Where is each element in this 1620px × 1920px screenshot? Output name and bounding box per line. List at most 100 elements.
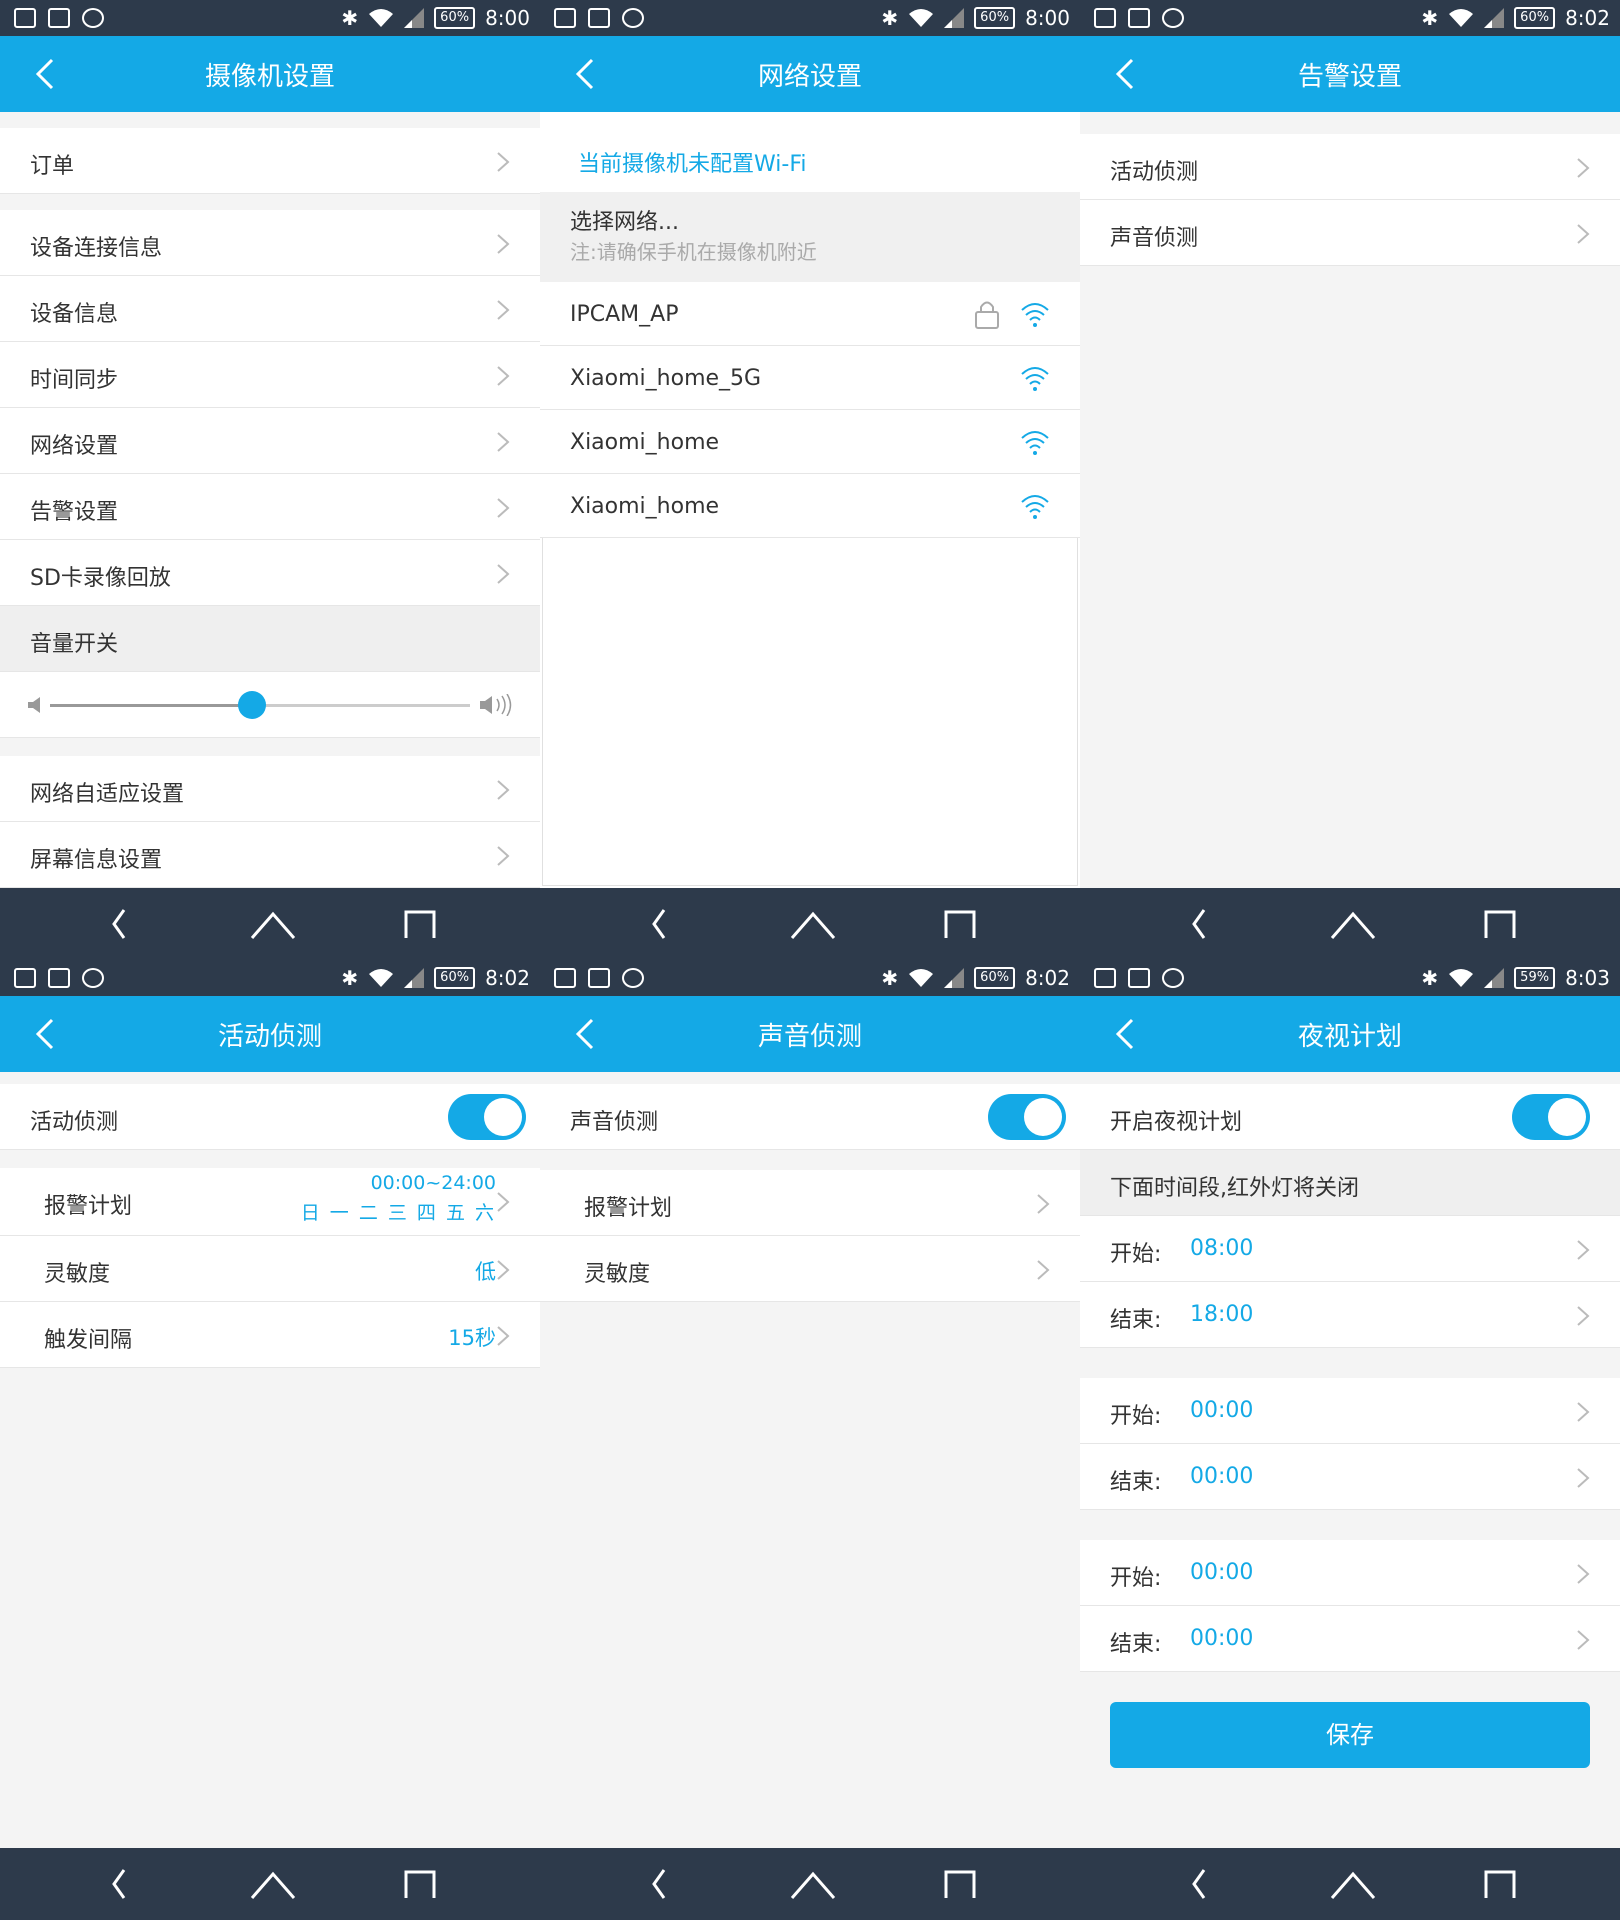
end-label: 结束: xyxy=(1110,1470,1162,1495)
list-item-order[interactable]: 订单 xyxy=(0,128,540,194)
wifi-status-icon xyxy=(908,8,934,28)
list-item-screen-info[interactable]: 屏幕信息设置 xyxy=(0,822,540,888)
volume-high-icon xyxy=(480,694,512,716)
network-ssid: Xiaomi_home xyxy=(570,430,720,455)
chevron-right-icon xyxy=(1037,1194,1050,1214)
slot-2-end-row[interactable]: 结束: 00:00 xyxy=(1080,1444,1620,1510)
network-item-xiaomi-home-2[interactable]: Xiaomi_home xyxy=(540,474,1080,538)
battery-indicator: 60% xyxy=(1514,7,1556,29)
page-title: 活动侦测 xyxy=(217,1022,322,1052)
list-item-sound-detection[interactable]: 声音侦测 xyxy=(1080,200,1620,266)
slot-2-start-row[interactable]: 开始: 00:00 xyxy=(1080,1378,1620,1444)
item-label: 设备信息 xyxy=(30,302,119,327)
chevron-right-icon xyxy=(497,846,510,866)
alarm-list: 活动侦测 声音侦测 xyxy=(1080,112,1620,888)
list-item-network[interactable]: 网络设置 xyxy=(0,408,540,474)
nav-recent-icon[interactable] xyxy=(400,906,440,942)
title-bar: 夜视计划 xyxy=(1080,996,1620,1072)
item-label: 声音侦测 xyxy=(1110,226,1199,251)
chevron-right-icon xyxy=(497,1260,510,1280)
chevron-right-icon xyxy=(497,564,510,584)
choose-network-label: 选择网络... xyxy=(570,210,679,235)
list-item-sd-playback[interactable]: SD卡录像回放 xyxy=(0,540,540,606)
slot-3-end-row[interactable]: 结束: 00:00 xyxy=(1080,1606,1620,1672)
bluetooth-icon: ✱ xyxy=(1421,966,1439,990)
nav-recent-icon[interactable] xyxy=(1480,906,1520,942)
nav-home-icon[interactable] xyxy=(1330,1866,1376,1902)
volume-slider-row xyxy=(0,672,540,738)
wifi-status-icon xyxy=(368,968,394,988)
slot-3-start-row[interactable]: 开始: 00:00 xyxy=(1080,1540,1620,1606)
nav-recent-icon[interactable] xyxy=(940,906,980,942)
choose-network-header: 选择网络... 注:请确保手机在摄像机附近 xyxy=(540,192,1080,282)
title-bar: 网络设置 xyxy=(540,36,1080,112)
nav-recent-icon[interactable] xyxy=(400,1866,440,1902)
network-item-xiaomi-home[interactable]: Xiaomi_home xyxy=(540,410,1080,474)
list-item-motion-detection[interactable]: 活动侦测 xyxy=(1080,134,1620,200)
nav-back-icon[interactable] xyxy=(640,906,680,942)
list-item-connection-info[interactable]: 设备连接信息 xyxy=(0,210,540,276)
toggle-label: 声音侦测 xyxy=(570,1110,659,1135)
item-label: 灵敏度 xyxy=(44,1262,111,1287)
sensitivity-value: 低 xyxy=(475,1260,496,1284)
volume-track[interactable] xyxy=(50,691,470,719)
toggle-knob xyxy=(1024,1098,1062,1136)
notification-icon xyxy=(14,8,36,28)
end-time: 00:00 xyxy=(1190,1626,1254,1651)
clock: 8:00 xyxy=(485,6,530,30)
screen-night-vision: ✱ 59% 8:03 夜视计划 开启夜视计划 下面时间段,红外灯将关闭 开始: … xyxy=(1080,960,1620,1920)
alarm-schedule-row[interactable]: 报警计划 00:00~24:00 日 一 二 三 四 五 六 xyxy=(0,1168,540,1236)
night-vision-content: 开启夜视计划 下面时间段,红外灯将关闭 开始: 08:00 结束: 18:00 … xyxy=(1080,1072,1620,1848)
slot-1-end-row[interactable]: 结束: 18:00 xyxy=(1080,1282,1620,1348)
motion-detection-toggle[interactable] xyxy=(448,1094,526,1140)
volume-knob[interactable] xyxy=(237,691,266,719)
list-item-time-sync[interactable]: 时间同步 xyxy=(0,342,540,408)
nav-back-icon[interactable] xyxy=(100,1866,140,1902)
nav-recent-icon[interactable] xyxy=(940,1866,980,1902)
nav-home-icon[interactable] xyxy=(790,906,836,942)
save-button[interactable]: 保存 xyxy=(1110,1702,1590,1768)
start-time: 00:00 xyxy=(1190,1560,1254,1585)
item-label: 网络自适应设置 xyxy=(30,782,185,807)
trigger-interval-row[interactable]: 触发间隔 15秒 xyxy=(0,1302,540,1368)
app-icon xyxy=(82,968,104,988)
nav-bar xyxy=(0,1848,540,1920)
battery-indicator: 60% xyxy=(434,7,476,29)
nav-back-icon[interactable] xyxy=(1180,1866,1220,1902)
nav-home-icon[interactable] xyxy=(250,906,296,942)
signal-icon xyxy=(404,8,425,28)
alarm-schedule-row[interactable]: 报警计划 xyxy=(540,1170,1080,1236)
sound-detection-toggle[interactable] xyxy=(988,1094,1066,1140)
nav-back-icon[interactable] xyxy=(1180,906,1220,942)
nav-home-icon[interactable] xyxy=(790,1866,836,1902)
nav-recent-icon[interactable] xyxy=(1480,1866,1520,1902)
schedule-days: 日 一 二 三 四 五 六 xyxy=(300,1202,496,1224)
item-label: 网络设置 xyxy=(30,434,119,459)
gallery-icon xyxy=(48,8,70,28)
motion-detection-content: 活动侦测 报警计划 00:00~24:00 日 一 二 三 四 五 六 灵敏度 … xyxy=(0,1072,540,1848)
clock: 8:02 xyxy=(1565,6,1610,30)
slot-1-start-row[interactable]: 开始: 08:00 xyxy=(1080,1216,1620,1282)
night-vision-toggle[interactable] xyxy=(1512,1094,1590,1140)
list-item-adaptive-network[interactable]: 网络自适应设置 xyxy=(0,756,540,822)
nav-back-icon[interactable] xyxy=(100,906,140,942)
status-bar: ✱ 60% 8:00 xyxy=(0,0,540,36)
sensitivity-row[interactable]: 灵敏度 xyxy=(540,1236,1080,1302)
night-vision-toggle-row: 开启夜视计划 xyxy=(1080,1084,1620,1150)
wifi-status-icon xyxy=(1448,968,1474,988)
nav-home-icon[interactable] xyxy=(1330,906,1376,942)
list-item-device-info[interactable]: 设备信息 xyxy=(0,276,540,342)
battery-indicator: 60% xyxy=(974,967,1016,989)
list-item-alarm[interactable]: 告警设置 xyxy=(0,474,540,540)
wifi-signal-icon xyxy=(1021,303,1049,327)
night-vision-hint-row: 下面时间段,红外灯将关闭 xyxy=(1080,1150,1620,1216)
network-ssid: IPCAM_AP xyxy=(570,302,679,327)
network-item-ipcam-ap[interactable]: IPCAM_AP xyxy=(540,282,1080,346)
sensitivity-row[interactable]: 灵敏度 低 xyxy=(0,1236,540,1302)
network-item-xiaomi-5g[interactable]: Xiaomi_home_5G xyxy=(540,346,1080,410)
sound-detection-content: 声音侦测 报警计划 灵敏度 xyxy=(540,1072,1080,1848)
chevron-right-icon xyxy=(497,152,510,172)
clock: 8:02 xyxy=(485,966,530,990)
nav-back-icon[interactable] xyxy=(640,1866,680,1902)
nav-home-icon[interactable] xyxy=(250,1866,296,1902)
